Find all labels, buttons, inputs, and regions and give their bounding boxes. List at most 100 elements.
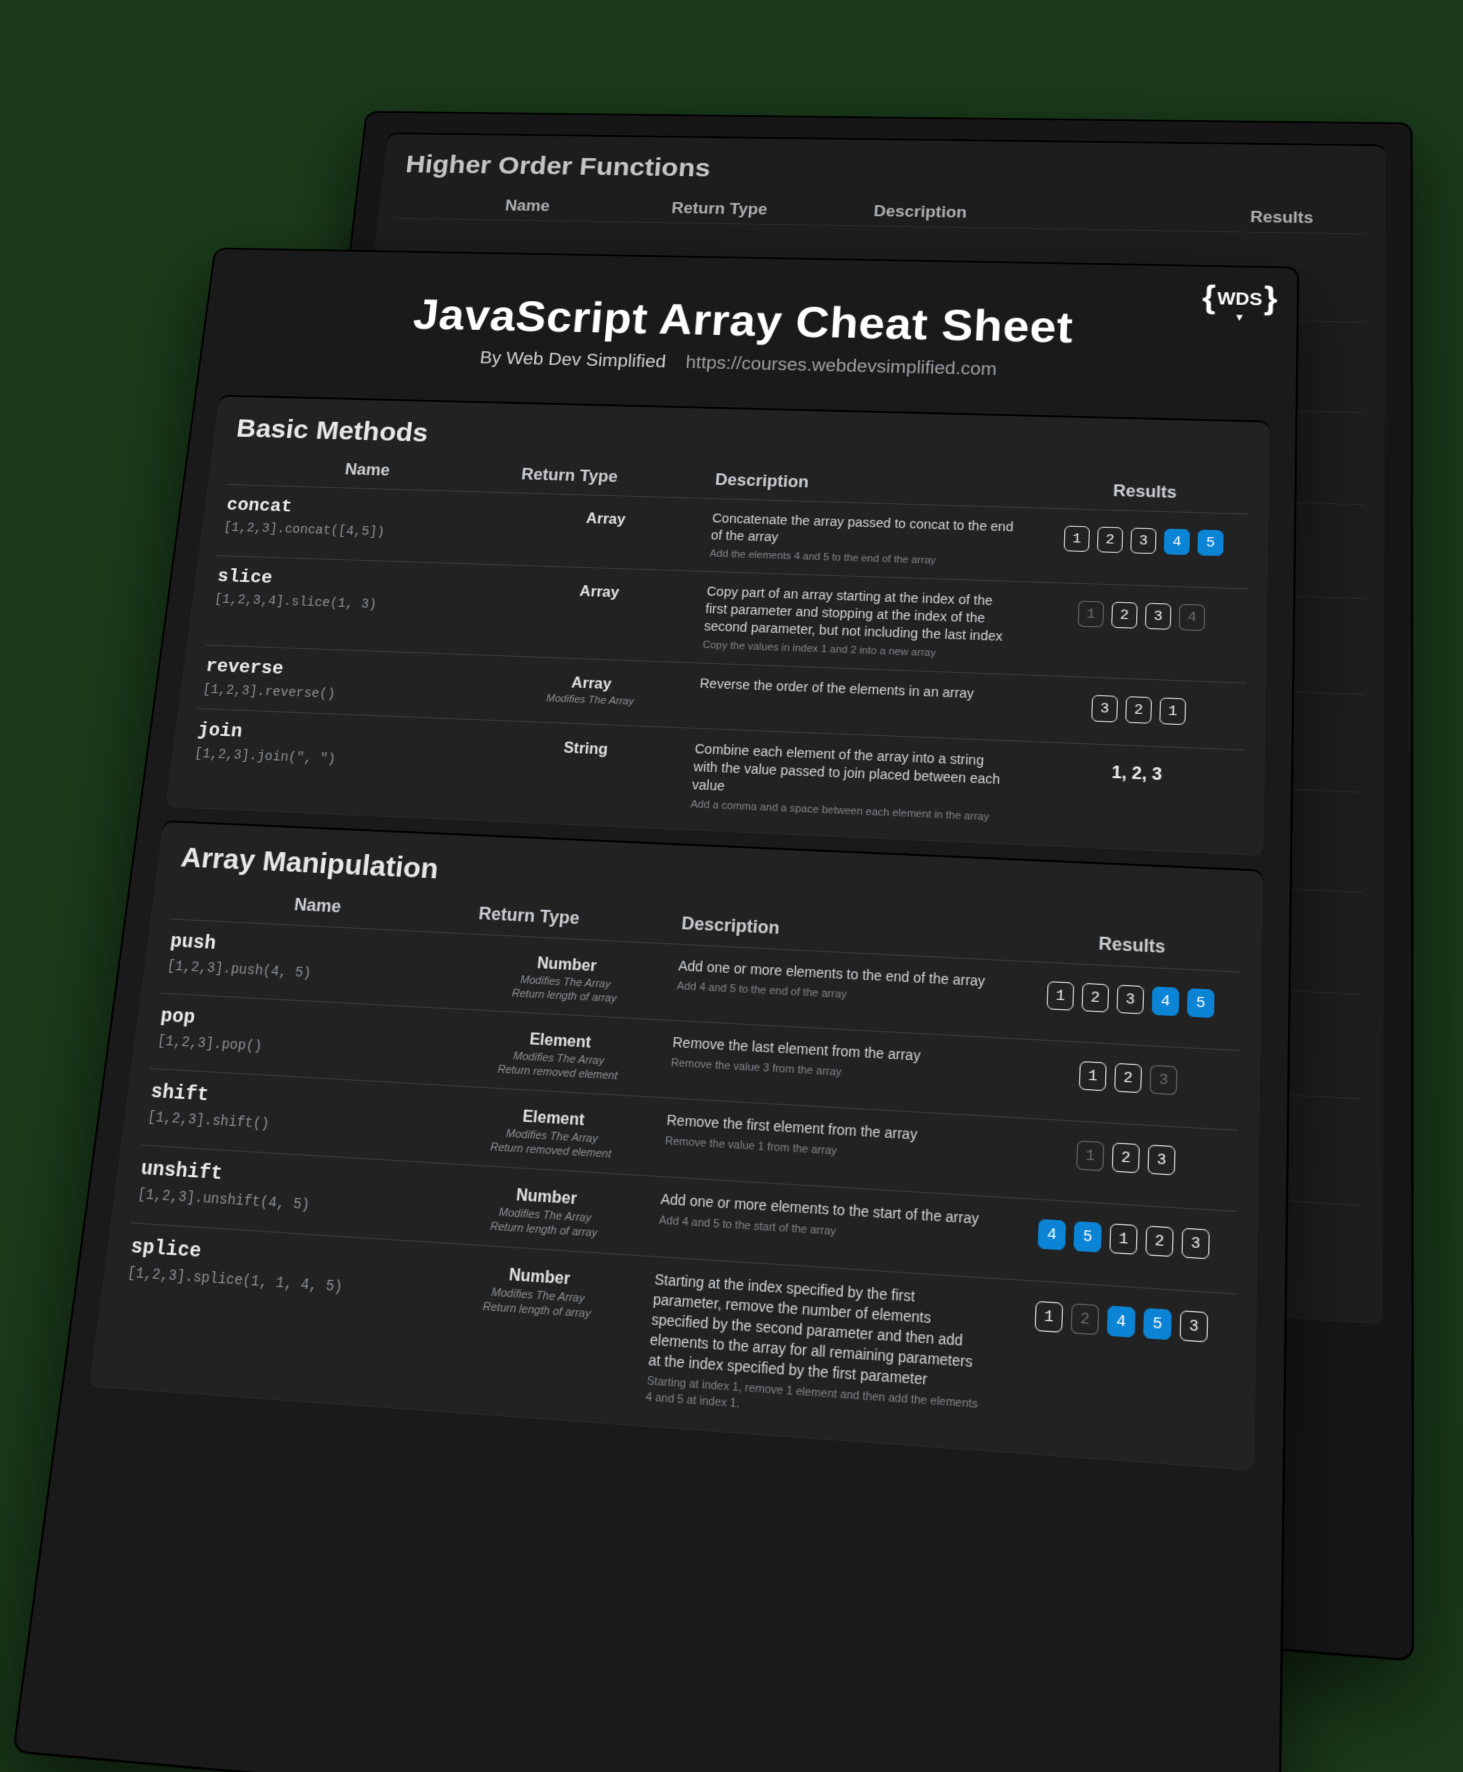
section: Array ManipulationNameReturn TypeDescrip… (89, 820, 1263, 1471)
col-return: NumberModifies The ArrayReturn length of… (471, 946, 662, 1007)
col-return: ElementModifies The ArrayReturn removed … (463, 1022, 655, 1084)
col-result: 1234 (1032, 594, 1251, 633)
col-description: Concatenate the array passed to concat t… (709, 510, 1019, 570)
col-result: 12345 (1017, 974, 1245, 1020)
result-chip: 2 (1125, 696, 1152, 724)
description-primary: Combine each element of the array into a… (691, 740, 1009, 807)
result-chip: 3 (1145, 603, 1172, 630)
col-description: Copy part of an array starting at the in… (702, 583, 1016, 663)
result-chip: 5 (1073, 1221, 1101, 1252)
result-chip: 2 (1071, 1303, 1100, 1335)
front-page: WDS ▾ JavaScript Array Cheat Sheet By We… (12, 247, 1299, 1772)
col-name: reverse[1,2,3].reverse() (202, 656, 486, 708)
result-chip: 5 (1187, 988, 1215, 1018)
method-name: concat (225, 496, 501, 524)
col-name: splice[1,2,3].splice(1, 1, 4, 5) (126, 1236, 427, 1302)
result-chip: 1 (1109, 1223, 1137, 1254)
result-chip: 2 (1111, 602, 1138, 629)
result-chip: 2 (1081, 983, 1109, 1013)
result-text: 1, 2, 3 (1111, 763, 1162, 785)
result-chip: 5 (1143, 1308, 1172, 1340)
col-description: Add one or more elements to the start of… (659, 1190, 990, 1249)
col-results-header: Results (1204, 208, 1360, 229)
code-example: [1,2,3].concat([4,5]) (223, 521, 499, 544)
result-chip: 2 (1097, 527, 1123, 553)
col-desc-header: Description (681, 913, 1002, 949)
col-description: Combine each element of the array into a… (690, 740, 1009, 825)
back-section-title: Higher Order Functions (404, 151, 1362, 193)
result-chip: 4 (1107, 1306, 1136, 1338)
col-name-header: Name (400, 195, 656, 217)
col-result: 45123 (1007, 1211, 1241, 1262)
col-result: 12345 (1035, 519, 1252, 557)
col-description: Remove the last element from the arrayRe… (670, 1033, 996, 1088)
result-chip: 3 (1181, 1228, 1209, 1260)
result-chip: 3 (1180, 1310, 1209, 1342)
result-chip: 1 (1079, 1061, 1107, 1091)
result-chip: 4 (1152, 986, 1180, 1016)
description-primary: Reverse the order of the elements in an … (699, 675, 1012, 704)
col-description: Remove the first element from the arrayR… (665, 1111, 994, 1168)
col-return: NumberModifies The ArrayReturn length of… (440, 1256, 637, 1323)
col-return: Array (516, 504, 696, 531)
chevron-down-icon: ▾ (1236, 302, 1242, 332)
result-chip: 1 (1047, 981, 1075, 1011)
result-chip: 3 (1130, 528, 1156, 554)
return-type: Array (509, 582, 689, 604)
result-chip: 3 (1091, 695, 1118, 723)
result-chip: 1 (1159, 697, 1186, 725)
code-example: [1,2,3,4].slice(1, 3) (214, 593, 493, 617)
result-chip: 4 (1179, 604, 1205, 631)
code-example: [1,2,3].reverse() (202, 683, 483, 708)
description-primary: Concatenate the array passed to concat t… (710, 510, 1019, 553)
result-chip: 3 (1147, 1145, 1175, 1176)
col-name: shift[1,2,3].shift() (147, 1081, 443, 1143)
col-return-header: Return Type (671, 199, 858, 220)
scene: Higher Order Functions Name Return Type … (0, 0, 1463, 1772)
col-name-header: Name (175, 889, 463, 923)
col-return: ArrayModifies The Array (499, 667, 683, 709)
result-chip: 1 (1078, 601, 1105, 628)
col-name: push[1,2,3].push(4, 5) (166, 931, 458, 989)
result-chip: 5 (1197, 530, 1223, 557)
byline: By Web Dev Simplified (479, 349, 667, 372)
col-result: 321 (1028, 687, 1249, 728)
result-chip: 3 (1117, 985, 1145, 1015)
method-name: slice (216, 567, 495, 597)
col-results-header: Results (1019, 930, 1245, 962)
result-chip: 3 (1150, 1065, 1178, 1095)
method-name: reverse (205, 656, 486, 687)
col-name: join[1,2,3].join(", ") (194, 720, 480, 773)
col-desc-header: Description (873, 203, 1187, 226)
col-return-header: Return Type (521, 465, 700, 489)
description-primary: Copy part of an array starting at the in… (703, 583, 1015, 646)
col-results-header: Results (1037, 479, 1253, 504)
result-chip: 2 (1112, 1142, 1140, 1173)
result-chip: 2 (1145, 1226, 1173, 1258)
col-name: unshift[1,2,3].unshift(4, 5) (137, 1158, 436, 1222)
col-return-header: Return Type (478, 904, 665, 933)
col-result: 1, 2, 3 (1026, 753, 1248, 788)
col-name: slice[1,2,3,4].slice(1, 3) (214, 567, 495, 617)
col-result: 123 (1014, 1051, 1244, 1098)
result-chip: 1 (1064, 526, 1090, 552)
col-return: String (494, 732, 678, 762)
col-return: Array (509, 576, 690, 604)
result-chip: 1 (1035, 1301, 1064, 1333)
section: Basic MethodsNameReturn TypeDescriptionR… (165, 395, 1270, 856)
col-result: 12453 (1004, 1292, 1239, 1344)
sections: Basic MethodsNameReturn TypeDescriptionR… (62, 394, 1298, 1473)
col-return: ElementModifies The ArrayReturn removed … (456, 1099, 650, 1163)
course-url: https://courses.webdevsimplified.com (685, 353, 997, 379)
result-chip: 2 (1114, 1063, 1142, 1093)
return-type: String (494, 738, 677, 762)
col-name: concat[1,2,3].concat([4,5]) (223, 496, 502, 544)
col-name: pop[1,2,3].pop() (156, 1006, 450, 1066)
col-result: 123 (1010, 1130, 1242, 1179)
col-description: Starting at the index specified by the f… (645, 1270, 986, 1429)
result-chip: 4 (1038, 1219, 1066, 1250)
return-type: Array (516, 509, 695, 530)
description-primary: Starting at the index specified by the f… (648, 1270, 987, 1393)
col-description: Reverse the order of the elements in an … (699, 675, 1012, 704)
result-chip: 4 (1164, 529, 1190, 556)
